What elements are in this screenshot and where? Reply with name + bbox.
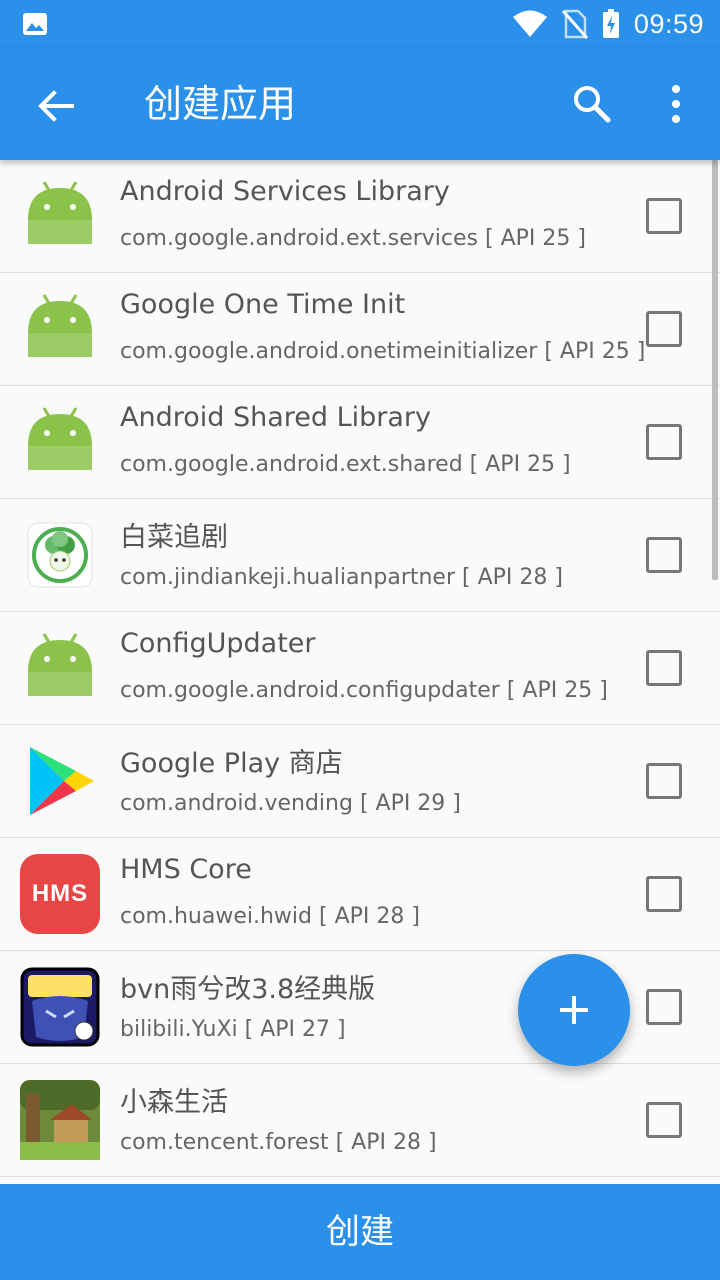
android-robot-icon: [28, 633, 92, 696]
app-name: 白菜追剧: [120, 522, 228, 553]
more-options-icon[interactable]: [660, 82, 692, 126]
back-arrow-icon[interactable]: [34, 84, 78, 128]
list-item[interactable]: Android Shared Library com.google.androi…: [0, 386, 720, 499]
app-name: HMS Core: [120, 854, 252, 885]
app-package: com.tencent.forest [ API 28 ]: [120, 1130, 437, 1155]
app-package: com.android.vending [ API 29 ]: [120, 791, 461, 816]
hms-core-icon: HMS: [20, 854, 100, 934]
app-package: com.huawei.hwid [ API 28 ]: [120, 904, 420, 929]
bvn-game-icon: [20, 967, 100, 1047]
list-item[interactable]: Android Services Library com.google.andr…: [0, 160, 720, 273]
select-checkbox[interactable]: [646, 650, 682, 686]
battery-charging-icon: [602, 9, 619, 38]
list-item[interactable]: 小森生活 com.tencent.forest [ API 28 ]: [0, 1064, 720, 1177]
list-item[interactable]: Google Play 商店 com.android.vending [ API…: [0, 725, 720, 838]
app-package: com.google.android.configupdater [ API 2…: [120, 678, 608, 703]
select-checkbox[interactable]: [646, 198, 682, 234]
select-checkbox[interactable]: [646, 537, 682, 573]
select-checkbox[interactable]: [646, 1102, 682, 1138]
app-package: com.google.android.onetimeinitializer [ …: [120, 339, 646, 364]
list-item[interactable]: ConfigUpdater com.google.android.configu…: [0, 612, 720, 725]
google-play-icon: [30, 747, 94, 815]
app-name: Google One Time Init: [120, 289, 406, 320]
app-package: com.google.android.ext.services [ API 25…: [120, 226, 586, 251]
plus-icon: [560, 996, 588, 1024]
app-bar: 创建应用: [0, 48, 720, 160]
cabbage-mascot-icon: [27, 522, 93, 588]
android-robot-icon: [28, 407, 92, 470]
app-package: com.google.android.ext.shared [ API 25 ]: [120, 452, 571, 477]
select-checkbox[interactable]: [646, 763, 682, 799]
app-name: Android Services Library: [120, 176, 450, 207]
wifi-icon: [512, 10, 547, 37]
select-checkbox[interactable]: [646, 424, 682, 460]
android-robot-icon: [28, 294, 92, 357]
list-item[interactable]: 白菜追剧 com.jindiankeji.hualianpartner [ AP…: [0, 499, 720, 612]
app-package: bilibili.YuXi [ API 27 ]: [120, 1017, 346, 1042]
search-icon[interactable]: [570, 82, 614, 126]
scrollbar-thumb[interactable]: [712, 160, 718, 580]
status-bar: 09:59: [0, 0, 720, 48]
list-item[interactable]: Google One Time Init com.google.android.…: [0, 273, 720, 386]
app-name: Google Play 商店: [120, 748, 343, 779]
android-robot-icon: [28, 181, 92, 244]
app-name: Android Shared Library: [120, 402, 432, 433]
select-checkbox[interactable]: [646, 876, 682, 912]
app-name: bvn雨兮改3.8经典版: [120, 974, 376, 1005]
add-fab-button[interactable]: [518, 954, 630, 1066]
select-checkbox[interactable]: [646, 311, 682, 347]
app-name: 小森生活: [120, 1087, 228, 1118]
forest-game-icon: [20, 1080, 100, 1160]
status-time: 09:59: [633, 8, 704, 39]
select-checkbox[interactable]: [646, 989, 682, 1025]
page-title: 创建应用: [144, 82, 297, 126]
app-package: com.jindiankeji.hualianpartner [ API 28 …: [120, 565, 563, 590]
app-name: ConfigUpdater: [120, 628, 316, 659]
list-item[interactable]: HMS HMS Core com.huawei.hwid [ API 28 ]: [0, 838, 720, 951]
image-notification-icon: [23, 13, 47, 35]
create-button[interactable]: 创建: [0, 1184, 720, 1280]
no-sim-icon: [561, 9, 588, 39]
